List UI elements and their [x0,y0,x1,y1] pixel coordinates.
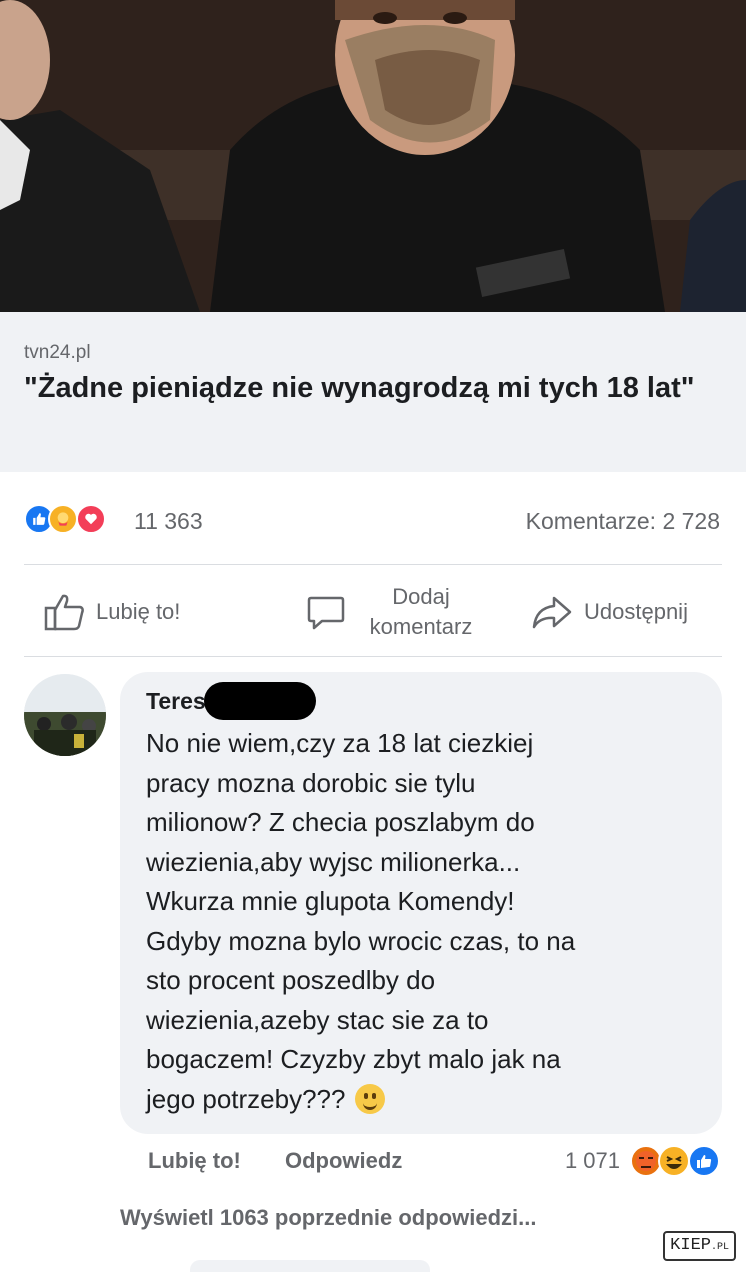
redaction-bar [204,682,316,720]
comment-button[interactable]: Dodaj komentarz [306,566,486,658]
haha-icon [658,1145,690,1177]
link-domain: tvn24.pl [24,342,91,363]
post-actions: Lubię to! Dodaj komentarz Udostępnij [0,566,746,658]
share-button-label: Udostępnij [584,599,688,624]
news-photo-illustration [0,0,746,312]
share-arrow-icon [532,596,572,629]
comment-section: Teres No nie wiem,czy za 18 lat ciezkiej… [0,660,746,1272]
link-preview-card[interactable]: tvn24.pl "Żadne pieniądze nie wynagrodzą… [0,312,746,472]
reaction-count[interactable]: 11 363 [134,508,203,535]
thumbs-up-icon [44,594,84,631]
comment-bubble[interactable]: Teres No nie wiem,czy za 18 lat ciezkiej… [120,672,722,1134]
grinning-face-icon [355,1083,386,1114]
like-button[interactable]: Lubię to! [44,566,180,658]
view-previous-replies-link[interactable]: Wyświetl 1063 poprzednie odpowiedzi... [120,1205,536,1231]
angry-icon [630,1145,662,1177]
link-title[interactable]: "Żadne pieniądze nie wynagrodzą mi tych … [24,370,714,407]
comment-actions: Lubię to! Odpowiedz [148,1148,440,1174]
comment-reply-button[interactable]: Odpowiedz [285,1148,402,1173]
comment-like-button[interactable]: Lubię to! [148,1148,241,1173]
post-stats: 11 363 Komentarze: 2 728 [0,472,746,564]
avatar-image [24,674,106,756]
comment-reactions[interactable]: 1 071 [565,1144,722,1178]
avatar[interactable] [24,674,106,756]
reaction-icons[interactable] [24,504,124,538]
like-icon [688,1145,720,1177]
comment-text: No nie wiem,czy za 18 lat ciezkiej pracy… [146,724,706,1119]
share-button[interactable]: Udostępnij [530,566,688,658]
comment-reaction-count: 1 071 [564,1148,620,1173]
news-photo[interactable] [0,0,746,312]
watermark-suffix: .PL [710,1242,729,1253]
next-comment-bubble [190,1260,430,1272]
divider [24,564,722,565]
like-button-label: Lubię to! [96,599,181,624]
divider [24,656,722,657]
comment-button-label: Dodaj komentarz [369,584,473,639]
comment-author[interactable]: Teres [146,688,206,715]
comment-text-body: No nie wiem,czy za 18 lat ciezkiej pracy… [146,728,576,1114]
comment-icon [307,596,345,630]
love-icon [76,504,106,534]
site-watermark: KIEP.PL [663,1231,736,1261]
watermark-main: KIEP [670,1236,711,1255]
comment-count[interactable]: Komentarze: 2 728 [526,508,720,535]
care-icon [48,504,78,534]
comment-reaction-icons [630,1145,720,1177]
